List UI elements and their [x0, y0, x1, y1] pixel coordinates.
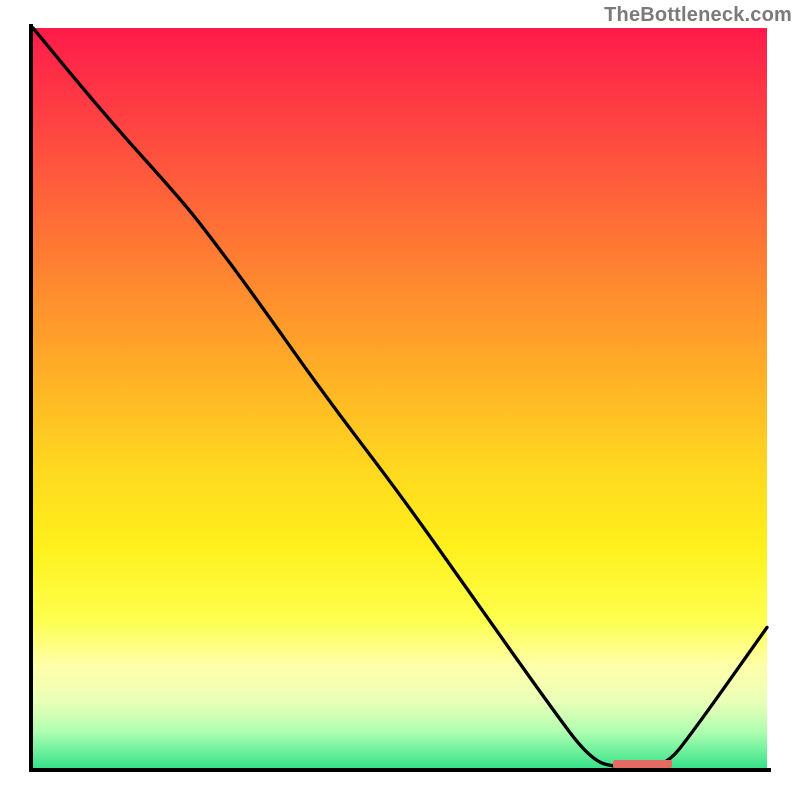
- bottleneck-curve: [33, 28, 767, 768]
- x-axis-line: [29, 768, 771, 772]
- chart-container: TheBottleneck.com: [0, 0, 800, 800]
- source-attribution: TheBottleneck.com: [604, 4, 792, 27]
- optimal-range-marker: [613, 760, 672, 768]
